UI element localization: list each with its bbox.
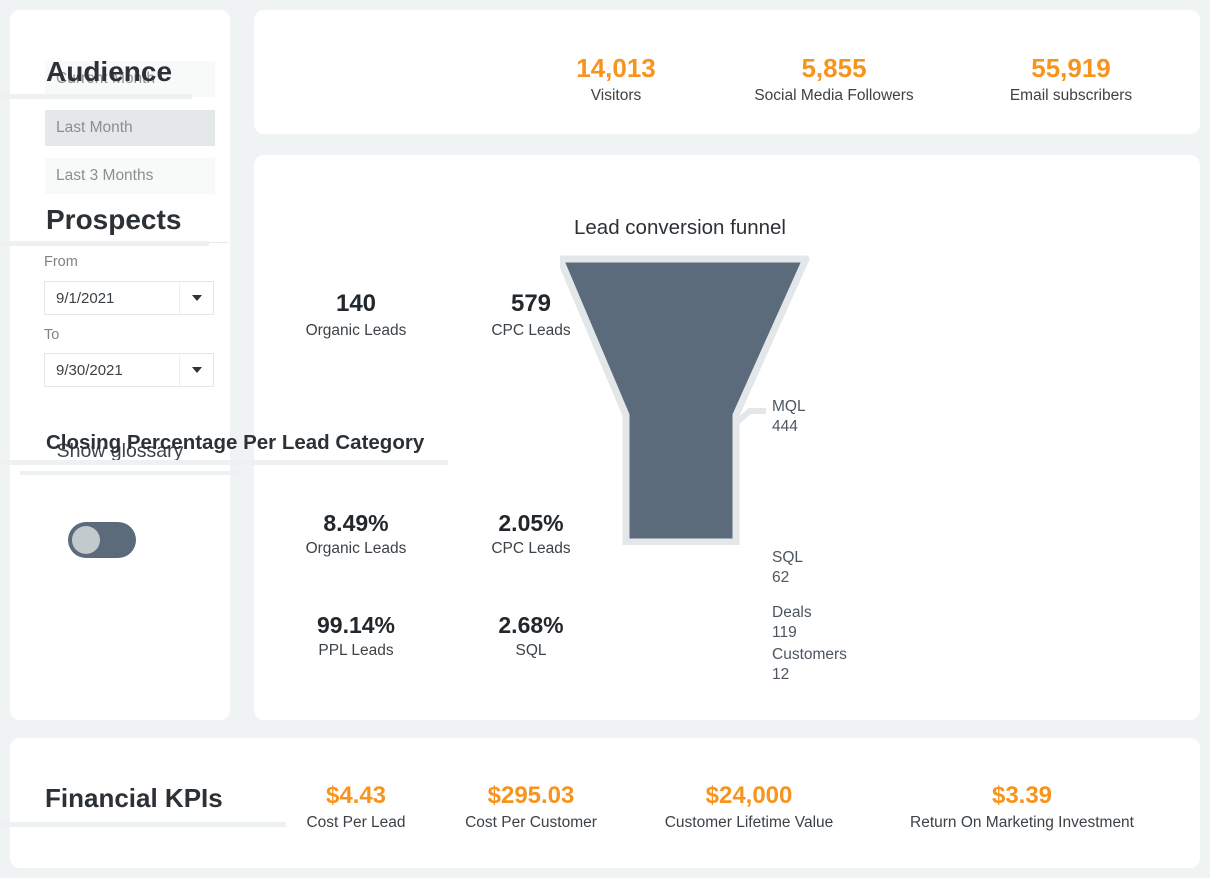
audience-title: Audience <box>46 56 172 88</box>
funnel-label-sql: SQL62 <box>772 548 803 588</box>
financial-metric-label: Return On Marketing Investment <box>910 813 1134 833</box>
funnel-segment-sql[interactable] <box>626 542 736 545</box>
funnel-label-value: 12 <box>772 665 847 685</box>
chevron-down-icon[interactable] <box>179 354 213 386</box>
prospects-title-rule <box>0 241 209 246</box>
lead-conversion-funnel-chart: MQL444SQL62Deals119Customers12 <box>560 245 946 545</box>
funnel-label-customers: Customers12 <box>772 645 847 685</box>
closing-percentage-title: Closing Percentage Per Lead Category <box>46 431 424 455</box>
financial-metric-value: $4.43 <box>326 782 386 810</box>
glossary-rule <box>20 471 240 475</box>
closing-metric-label: CPC Leads <box>491 539 570 559</box>
financial-metric-label: Cost Per Customer <box>465 813 597 833</box>
chevron-down-icon[interactable] <box>179 282 213 314</box>
funnel-label-name: SQL <box>772 548 803 568</box>
from-date-value: 9/1/2021 <box>45 290 179 307</box>
funnel-title: Lead conversion funnel <box>574 216 786 240</box>
toggle-knob <box>72 526 100 554</box>
from-label: From <box>44 254 78 270</box>
financial-metric-label: Customer Lifetime Value <box>665 813 834 833</box>
range-button-last-month[interactable]: Last Month <box>45 110 215 146</box>
audience-title-rule <box>0 94 192 99</box>
closing-percentage-rule <box>0 460 448 465</box>
financial-metric-value: $295.03 <box>488 782 575 810</box>
financial-metric-value: $24,000 <box>706 782 793 810</box>
range-button-last-3-months[interactable]: Last 3 Months <box>45 158 215 194</box>
to-label: To <box>44 327 59 343</box>
filter-sidebar: Current Month Last Month Last 3 Months F… <box>10 10 230 720</box>
to-date-value: 9/30/2021 <box>45 362 179 379</box>
funnel-label-deals: Deals119 <box>772 603 812 643</box>
prospects-metric-label: CPC Leads <box>491 321 570 341</box>
funnel-svg <box>560 245 946 545</box>
funnel-segment-mql[interactable] <box>560 259 806 542</box>
audience-metric-label: Social Media Followers <box>754 86 913 106</box>
show-glossary-toggle[interactable] <box>68 522 136 558</box>
closing-metric-value: 2.68% <box>498 612 563 638</box>
audience-metric-value: 55,919 <box>1031 54 1111 84</box>
closing-metric-value: 2.05% <box>498 510 563 536</box>
closing-metric-label: SQL <box>515 641 546 661</box>
closing-metric-label: Organic Leads <box>306 539 407 559</box>
funnel-label-value: 62 <box>772 568 803 588</box>
to-date-picker[interactable]: 9/30/2021 <box>44 353 214 387</box>
financial-kpis-title: Financial KPIs <box>45 783 223 814</box>
funnel-label-value: 444 <box>772 417 806 437</box>
from-date-picker[interactable]: 9/1/2021 <box>44 281 214 315</box>
financial-metric-label: Cost Per Lead <box>306 813 405 833</box>
audience-metric-value: 5,855 <box>801 54 866 84</box>
funnel-label-name: MQL <box>772 397 806 417</box>
funnel-label-name: Customers <box>772 645 847 665</box>
audience-metric-value: 14,013 <box>576 54 656 84</box>
funnel-label-value: 119 <box>772 623 812 643</box>
funnel-label-mql: MQL444 <box>772 397 806 437</box>
audience-metric-label: Email subscribers <box>1010 86 1132 106</box>
financial-metric-value: $3.39 <box>992 782 1052 810</box>
closing-metric-value: 99.14% <box>317 612 395 638</box>
prospects-metric-value: 579 <box>511 290 551 318</box>
prospects-metric-value: 140 <box>336 290 376 318</box>
prospects-title: Prospects <box>46 204 181 236</box>
closing-metric-value: 8.49% <box>323 510 388 536</box>
prospects-metric-label: Organic Leads <box>306 321 407 341</box>
closing-metric-label: PPL Leads <box>318 641 393 661</box>
audience-metric-label: Visitors <box>591 86 642 106</box>
funnel-label-name: Deals <box>772 603 812 623</box>
financial-kpis-rule <box>0 822 286 827</box>
